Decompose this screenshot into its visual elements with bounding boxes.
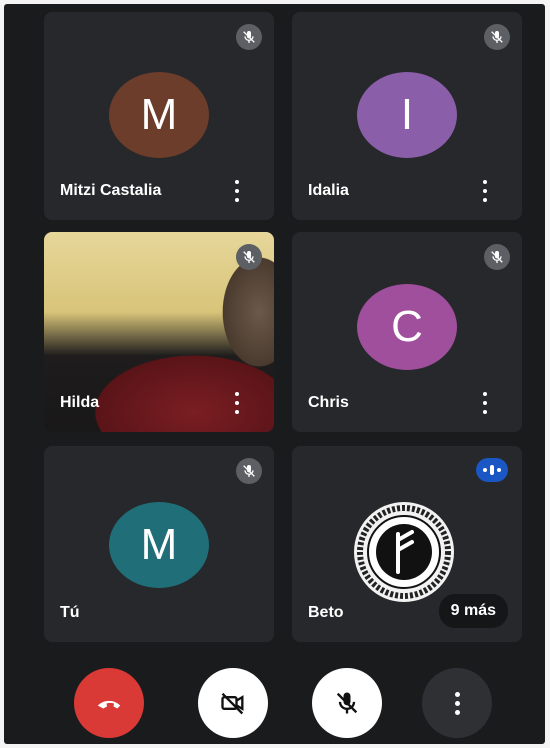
meeting-screen: M Mitzi Castalia I Idalia Hilda C Chris (4, 4, 545, 744)
more-options-icon[interactable] (478, 392, 492, 414)
avatar: M (109, 502, 209, 588)
mic-off-icon (236, 458, 262, 484)
participant-name: Tú (60, 604, 80, 621)
more-options-icon[interactable] (478, 180, 492, 202)
more-participants-chip[interactable]: 9 más (438, 594, 508, 628)
participant-tile[interactable]: Beto 9 más (292, 446, 522, 642)
participant-name: Beto (308, 604, 344, 621)
participant-name: Hilda (60, 394, 100, 411)
avatar: M (109, 72, 209, 158)
rune-logo-icon (354, 502, 454, 602)
video-off-icon (221, 692, 244, 715)
mic-off-icon (484, 24, 510, 50)
mic-off-icon (336, 692, 358, 714)
participant-tile[interactable]: M Tú (44, 446, 274, 642)
mic-off-icon (236, 244, 262, 270)
speaking-indicator-icon (476, 458, 508, 482)
participant-tile[interactable]: I Idalia (292, 12, 522, 220)
mic-off-icon (484, 244, 510, 270)
participant-tile[interactable]: Hilda (44, 232, 274, 432)
participant-tile[interactable]: C Chris (292, 232, 522, 432)
participant-name: Chris (308, 394, 349, 411)
phone-hangup-icon (97, 700, 121, 709)
avatar: C (357, 284, 457, 370)
participant-name: Mitzi Castalia (60, 182, 162, 199)
participant-name: Idalia (308, 182, 349, 199)
more-options-icon[interactable] (230, 180, 244, 202)
more-options-icon[interactable] (230, 392, 244, 414)
microphone-toggle-button[interactable] (312, 668, 382, 738)
more-vert-icon (454, 691, 460, 715)
participant-tile[interactable]: M Mitzi Castalia (44, 12, 274, 220)
end-call-button[interactable] (74, 668, 144, 738)
camera-toggle-button[interactable] (198, 668, 268, 738)
more-options-button[interactable] (422, 668, 492, 738)
mic-off-icon (236, 24, 262, 50)
avatar: I (357, 72, 457, 158)
